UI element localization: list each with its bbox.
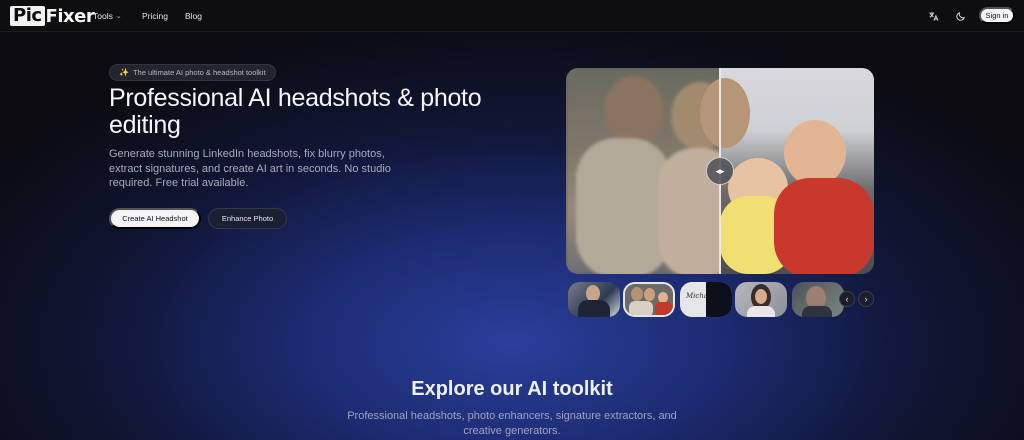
thumbnail-portrait-woman[interactable] (735, 282, 787, 317)
thumbnail-family-photo[interactable] (623, 282, 675, 317)
sign-in-button[interactable]: Sign in (979, 7, 1015, 24)
chevron-left-icon[interactable]: ‹ (839, 291, 855, 307)
logo[interactable]: Pic Fixer (10, 5, 95, 27)
toolkit-section-title: Explore our AI toolkit (411, 378, 613, 400)
enhance-photo-button[interactable]: Enhance Photo (208, 208, 287, 229)
toolkit-section-description: Professional headshots, photo enhancers,… (347, 410, 677, 437)
nav-tools-menu[interactable]: Tools ⌄ (93, 0, 122, 32)
thumbnail-signature[interactable]: Michael (680, 282, 732, 317)
create-ai-headshot-button[interactable]: Create AI Headshot (109, 208, 201, 229)
compare-arrows-icon[interactable]: ◂▸ (706, 157, 734, 185)
hero-description: Generate stunning LinkedIn headshots, fi… (109, 148, 391, 189)
nav-blog-link[interactable]: Blog (185, 0, 202, 32)
before-after-comparison[interactable]: ◂▸ (566, 68, 874, 274)
hero-badge-text: The ultimate AI photo & headshot toolkit (132, 68, 266, 77)
thumbnail-portrait-man-suit[interactable] (568, 282, 620, 317)
after-image-enhanced (700, 68, 874, 274)
translate-icon[interactable] (925, 8, 941, 24)
hero-badge: ✨ The ultimate AI photo & headshot toolk… (109, 64, 276, 81)
logo-fixer-text: Fixer (45, 5, 95, 27)
hero-title: Professional AI headshots & photo editin… (109, 84, 482, 139)
before-image-blurry (566, 68, 738, 274)
moon-icon[interactable] (953, 8, 969, 24)
nav-pricing-link[interactable]: Pricing (142, 0, 168, 32)
chevron-down-icon: ⌄ (115, 13, 122, 20)
sparkle-icon: ✨ (119, 68, 129, 77)
logo-pic-mark: Pic (10, 6, 45, 26)
nav-tools-label: Tools (93, 11, 113, 21)
chevron-right-icon[interactable]: › (858, 291, 874, 307)
top-navigation-bar: Pic Fixer Tools ⌄ Pricing Blog Sign in (0, 0, 1024, 32)
thumbnail-portrait-man-glasses[interactable] (792, 282, 844, 317)
